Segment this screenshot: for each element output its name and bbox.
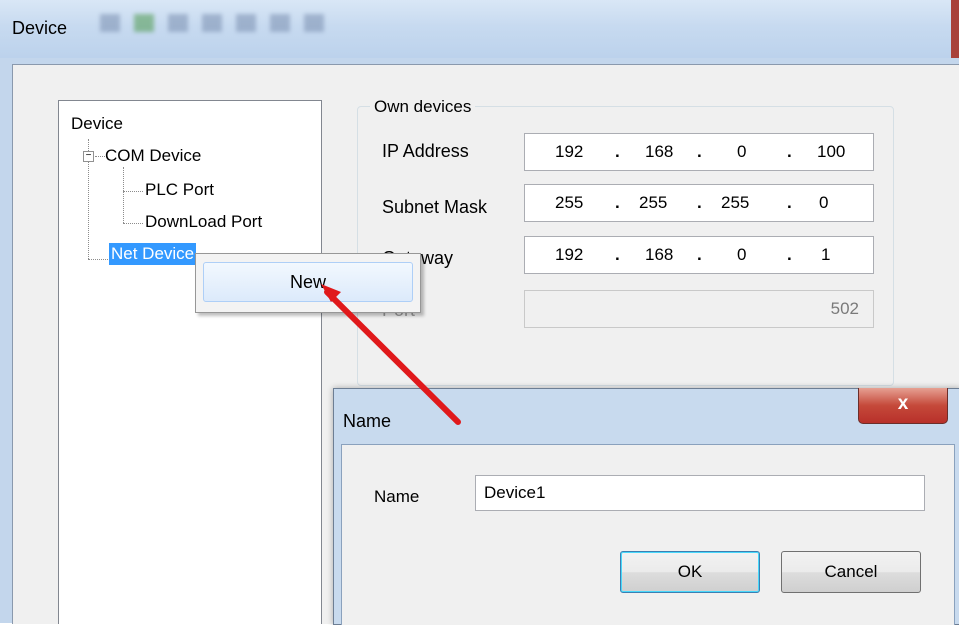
window-titlebar[interactable]: Device	[0, 0, 959, 58]
subnet-mask-label: Subnet Mask	[382, 197, 488, 217]
dialog-close-button[interactable]: x	[858, 388, 948, 424]
ip-octet-1: 192	[555, 142, 584, 161]
device-tree[interactable]: Device − COM Device PLC Port DownLoad Po…	[58, 100, 322, 624]
window-title: Device	[12, 18, 68, 38]
ip-separator: .	[697, 245, 702, 264]
tree-line	[123, 191, 143, 192]
ip-separator: .	[615, 193, 620, 212]
ip-octet-3: 0	[737, 142, 747, 161]
tree-node-com-device[interactable]: COM Device	[105, 145, 201, 167]
ip-octet-4: 100	[817, 142, 846, 161]
name-input[interactable]: Device1	[475, 475, 925, 511]
ip-separator: .	[615, 142, 620, 161]
port-field: 502	[524, 290, 874, 328]
tree-node-download-port[interactable]: DownLoad Port	[145, 211, 262, 233]
cancel-button[interactable]: Cancel	[781, 551, 921, 593]
subnet-octet-2: 255	[639, 193, 668, 212]
ip-address-field[interactable]: 192 . 168 . 0 . 100	[524, 133, 874, 171]
context-menu-new[interactable]: New	[203, 262, 413, 302]
tree-line	[95, 156, 105, 157]
context-menu: New	[195, 253, 421, 313]
gateway-octet-4: 1	[821, 245, 831, 264]
name-dialog-body: Name Device1 OK Cancel	[341, 444, 955, 625]
name-dialog: Name x Name Device1 OK Cancel	[333, 388, 959, 625]
gateway-octet-1: 192	[555, 245, 584, 264]
gateway-field[interactable]: 192 . 168 . 0 . 1	[524, 236, 874, 274]
tree-line	[88, 259, 108, 260]
ip-separator: .	[697, 193, 702, 212]
name-dialog-title: Name	[343, 411, 392, 431]
ip-address-label: IP Address	[382, 141, 469, 161]
ip-separator: .	[697, 142, 702, 161]
ip-separator: .	[787, 193, 792, 212]
port-value: 502	[830, 299, 859, 318]
tree-line	[123, 223, 143, 224]
own-devices-legend: Own devices	[370, 97, 476, 117]
tree-node-device[interactable]: Device	[71, 113, 123, 135]
ip-separator: .	[615, 245, 620, 264]
gateway-octet-3: 0	[737, 245, 747, 264]
subnet-octet-3: 255	[721, 193, 750, 212]
ip-separator: .	[787, 245, 792, 264]
tree-node-net-device[interactable]: Net Device	[109, 243, 197, 265]
collapse-icon[interactable]: −	[83, 151, 94, 162]
ip-octet-2: 168	[645, 142, 674, 161]
subnet-octet-1: 255	[555, 193, 584, 212]
subnet-mask-field[interactable]: 255 . 255 . 255 . 0	[524, 184, 874, 222]
window-close-button[interactable]	[951, 0, 959, 58]
name-field-label: Name	[374, 487, 420, 506]
tree-line	[123, 167, 124, 223]
gateway-octet-2: 168	[645, 245, 674, 264]
subnet-octet-4: 0	[819, 193, 829, 212]
ok-button[interactable]: OK	[620, 551, 760, 593]
toolbar-blurred	[100, 14, 500, 36]
tree-node-plc-port[interactable]: PLC Port	[145, 179, 214, 201]
ip-separator: .	[787, 142, 792, 161]
